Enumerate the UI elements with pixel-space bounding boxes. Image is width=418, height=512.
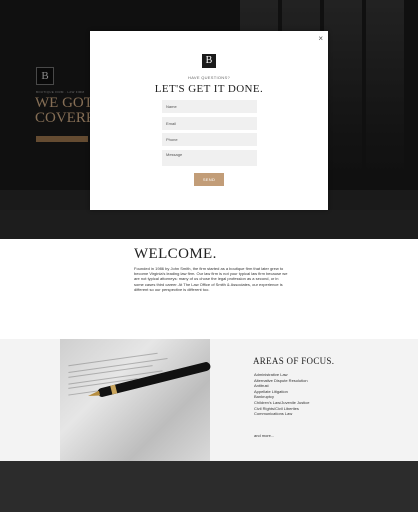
modal-title: LET'S GET IT DONE. — [154, 83, 264, 95]
welcome-section: WELCOME. Founded in 1986 by John Smith, … — [0, 239, 418, 339]
modal-logo: B — [202, 54, 216, 68]
send-button[interactable]: SEND — [194, 173, 224, 186]
phone-field[interactable]: Phone — [162, 133, 257, 146]
email-field[interactable]: Email — [162, 117, 257, 130]
welcome-body: Founded in 1986 by John Smith, the firm … — [134, 266, 288, 292]
welcome-title: WELCOME. — [134, 246, 217, 262]
focus-section: AREAS OF FOCUS. Administrative Law Alter… — [0, 339, 418, 461]
modal-overlay[interactable]: × B HAVE QUESTIONS? LET'S GET IT DONE. N… — [0, 0, 418, 239]
modal-kicker: HAVE QUESTIONS? — [188, 75, 230, 80]
close-icon[interactable]: × — [318, 34, 323, 43]
name-field[interactable]: Name — [162, 100, 257, 113]
focus-list: Administrative Law Alternative Dispute R… — [254, 372, 309, 417]
pen-document-image — [60, 339, 210, 461]
focus-title: AREAS OF FOCUS. — [253, 356, 335, 366]
contact-modal: × B HAVE QUESTIONS? LET'S GET IT DONE. N… — [90, 31, 328, 210]
list-item[interactable]: Communications Law — [254, 411, 309, 417]
list-item[interactable]: Children's Law/Juvenile Justice — [254, 400, 309, 406]
footer — [0, 461, 418, 512]
more-link[interactable]: and more... — [254, 433, 274, 438]
message-field[interactable]: Message — [162, 150, 257, 166]
